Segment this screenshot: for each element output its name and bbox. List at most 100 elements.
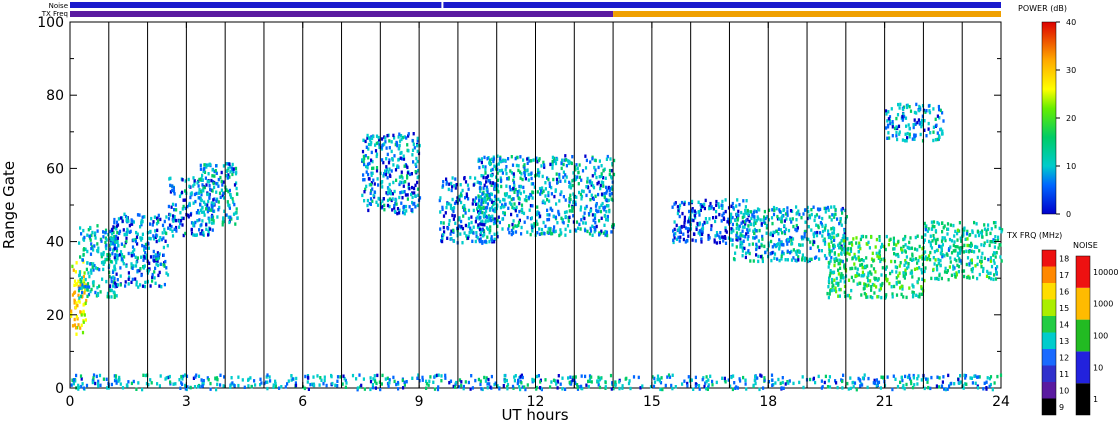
echo-cell — [526, 157, 529, 161]
echo-cell — [213, 174, 216, 178]
echo-cell — [856, 267, 859, 271]
echo-cell — [826, 385, 830, 389]
echo-cell — [480, 387, 483, 391]
echo-cell — [104, 240, 107, 245]
echo-cell — [893, 259, 897, 264]
echo-cell — [846, 293, 849, 298]
echo-cell — [924, 233, 927, 237]
echo-cell — [370, 182, 373, 187]
echo-cell — [155, 233, 158, 237]
echo-cell — [593, 165, 596, 170]
echo-cell — [84, 285, 87, 289]
echo-cell — [217, 200, 220, 204]
y-tick-label: 0 — [55, 381, 64, 397]
echo-cell — [453, 184, 456, 188]
echo-cell — [408, 186, 411, 191]
echo-cell — [739, 240, 742, 245]
echo-cell — [980, 255, 983, 259]
echo-cell — [391, 208, 394, 212]
echo-cell — [93, 231, 97, 235]
echo-cell — [161, 231, 164, 235]
echo-cell — [192, 176, 195, 180]
echo-cell — [512, 219, 515, 223]
noise-scale-label: NOISE — [1073, 241, 1098, 250]
echo-cell — [398, 195, 401, 200]
echo-cell — [709, 201, 712, 206]
echo-cell — [850, 288, 853, 293]
echo-cell — [672, 229, 675, 233]
echo-cell — [787, 228, 791, 233]
echo-cell — [447, 187, 450, 192]
echo-cell — [134, 239, 137, 244]
echo-cell — [130, 254, 133, 258]
echo-cell — [903, 387, 906, 391]
echo-cell — [920, 271, 924, 275]
echo-cell — [157, 213, 160, 218]
echo-cell — [784, 258, 787, 262]
echo-cell — [718, 212, 721, 217]
echo-cell — [821, 234, 824, 238]
echo-cell — [899, 261, 902, 265]
noise-block — [1076, 383, 1090, 415]
echo-cell — [516, 213, 519, 218]
echo-cell — [956, 245, 959, 249]
echo-cell — [165, 266, 168, 270]
power-tick-label: 20 — [1066, 114, 1076, 123]
echo-cell — [739, 245, 742, 249]
echo-cell — [839, 266, 842, 270]
echo-cell — [202, 210, 205, 214]
echo-cell — [584, 374, 587, 379]
echo-cell — [203, 166, 206, 171]
echo-cell — [198, 177, 201, 182]
echo-cell — [774, 381, 777, 385]
echo-cell — [875, 378, 878, 382]
echo-cell — [836, 217, 839, 221]
echo-cell — [841, 386, 844, 390]
echo-cell — [163, 219, 166, 224]
echo-cell — [214, 169, 217, 173]
echo-cell — [196, 219, 199, 223]
echo-cell — [755, 247, 758, 252]
echo-cell — [488, 193, 491, 198]
echo-cell — [228, 162, 231, 166]
y-tick-label: 60 — [46, 161, 64, 177]
echo-cell — [136, 232, 139, 236]
echo-cell — [555, 382, 558, 386]
echo-cell — [497, 215, 500, 219]
echo-cell — [86, 282, 90, 286]
echo-cell — [588, 179, 591, 184]
echo-cell — [91, 230, 94, 235]
echo-cell — [469, 175, 472, 180]
echo-cell — [576, 385, 579, 390]
echo-cell — [878, 235, 881, 239]
echo-cell — [460, 219, 463, 224]
plot-area: 0 3 6 9 12 15 18 21 24 020406080100 — [37, 15, 1010, 410]
echo-cell — [744, 378, 747, 382]
echo-cell — [226, 200, 229, 204]
echo-cell — [583, 211, 586, 215]
echo-cell — [757, 254, 760, 259]
echo-cell — [180, 374, 183, 379]
echo-cell — [373, 182, 376, 186]
echo-cell — [522, 158, 525, 162]
echo-cell — [738, 377, 741, 381]
echo-cell — [858, 244, 861, 248]
echo-cell — [987, 223, 990, 227]
echo-cell — [474, 202, 478, 206]
echo-cell — [691, 199, 694, 204]
echo-cell — [948, 265, 951, 269]
x-tick-label: 0 — [66, 394, 75, 410]
echo-cell — [112, 275, 115, 279]
echo-cell — [452, 209, 455, 213]
echo-cell — [231, 162, 234, 167]
echo-cell — [919, 132, 922, 137]
echo-cell — [610, 230, 613, 234]
echo-cell — [787, 381, 790, 385]
echo-cell — [151, 279, 154, 283]
echo-cell — [216, 378, 219, 382]
echo-cell — [479, 230, 483, 235]
echo-cell — [207, 206, 211, 210]
echo-cell — [202, 231, 205, 235]
echo-cell — [830, 218, 833, 222]
echo-cell — [842, 276, 845, 280]
